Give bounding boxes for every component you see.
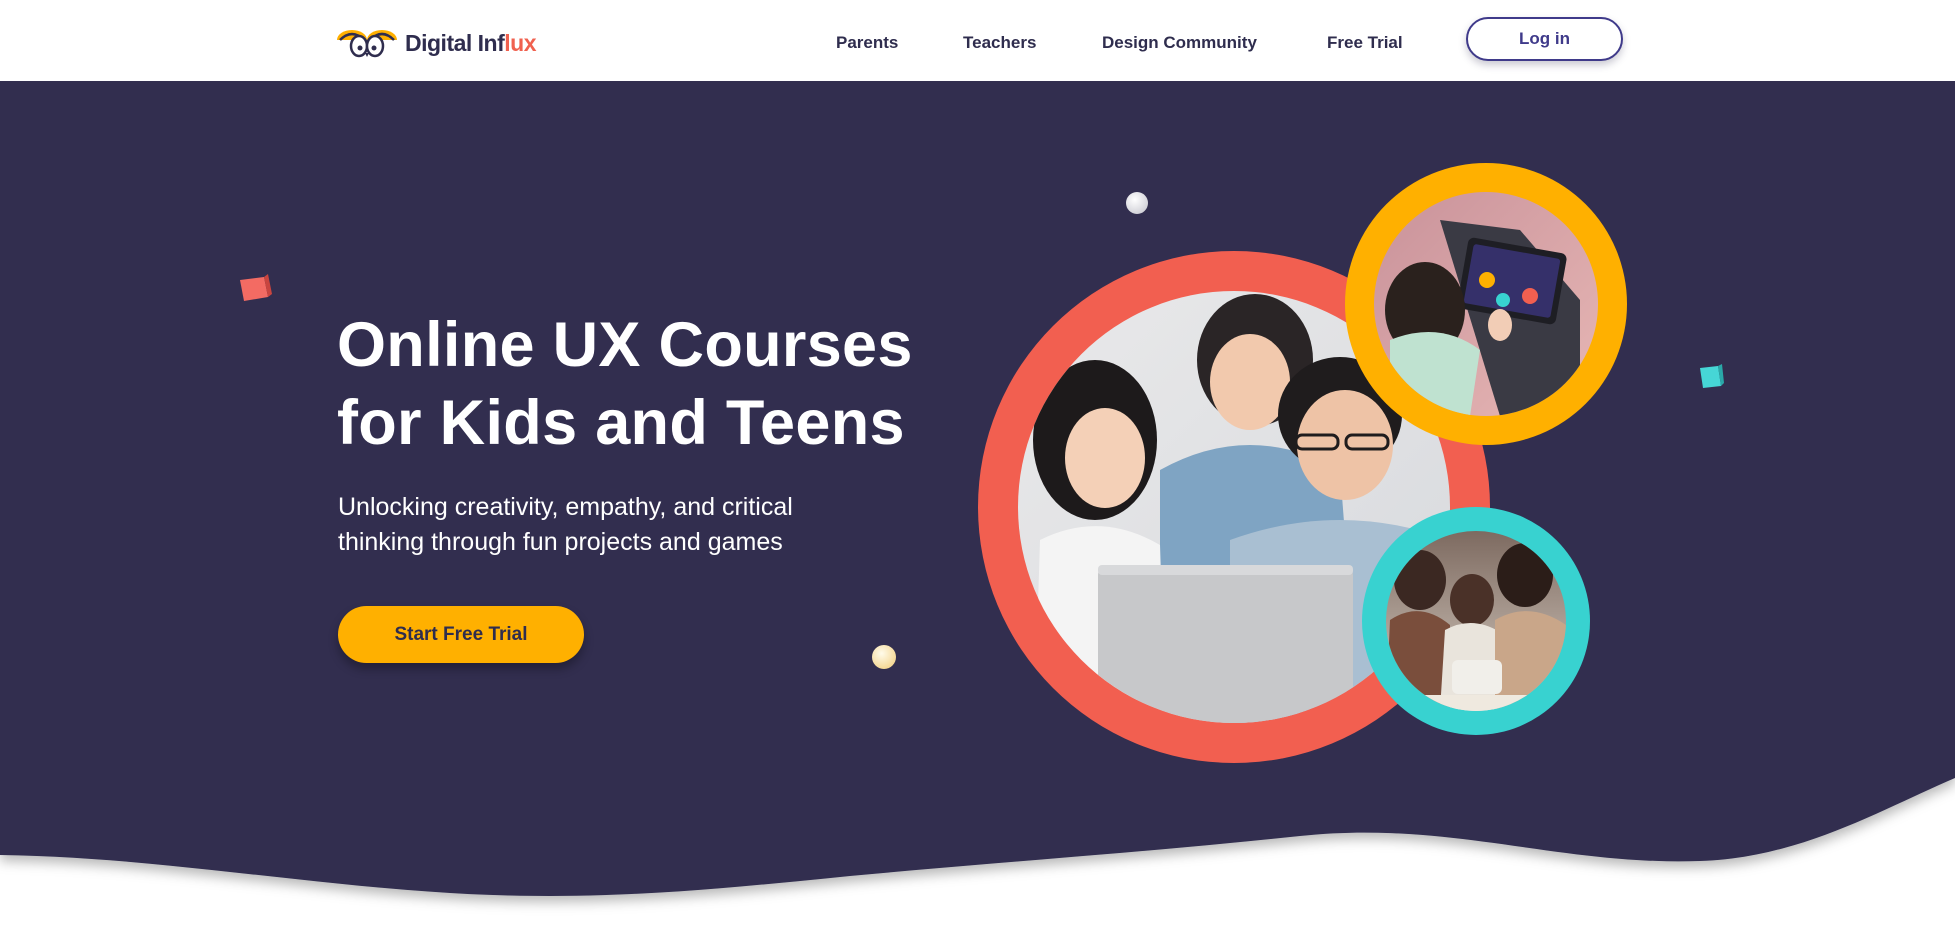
login-button[interactable]: Log in <box>1466 17 1623 61</box>
start-free-trial-button[interactable]: Start Free Trial <box>338 606 584 663</box>
hero-subtitle-line2: thinking through fun projects and games <box>338 528 783 556</box>
brand-name-main: Digital Inf <box>405 29 505 56</box>
nav-item-teachers[interactable]: Teachers <box>963 33 1036 53</box>
brand-name: Digital Influx <box>405 29 537 57</box>
nav-item-design-community[interactable]: Design Community <box>1102 33 1257 53</box>
hero-subtitle: Unlocking creativity, empathy, and criti… <box>338 490 898 560</box>
hero-headline-line2: for Kids and Teens <box>337 388 905 458</box>
hero-headline: Online UX Courses for Kids and Teens <box>337 306 977 462</box>
nav-item-parents[interactable]: Parents <box>836 33 898 53</box>
hero-background <box>0 81 1955 896</box>
hero-subtitle-line1: Unlocking creativity, empathy, and criti… <box>338 493 793 521</box>
logo[interactable]: Digital Influx <box>337 26 537 60</box>
nav-item-free-trial[interactable]: Free Trial <box>1327 33 1403 53</box>
hero-headline-line1: Online UX Courses <box>337 310 913 380</box>
owl-logo-icon <box>337 30 397 58</box>
brand-name-accent: lux <box>504 29 537 56</box>
site-header: Digital Influx Parents Teachers Design C… <box>0 0 1955 81</box>
